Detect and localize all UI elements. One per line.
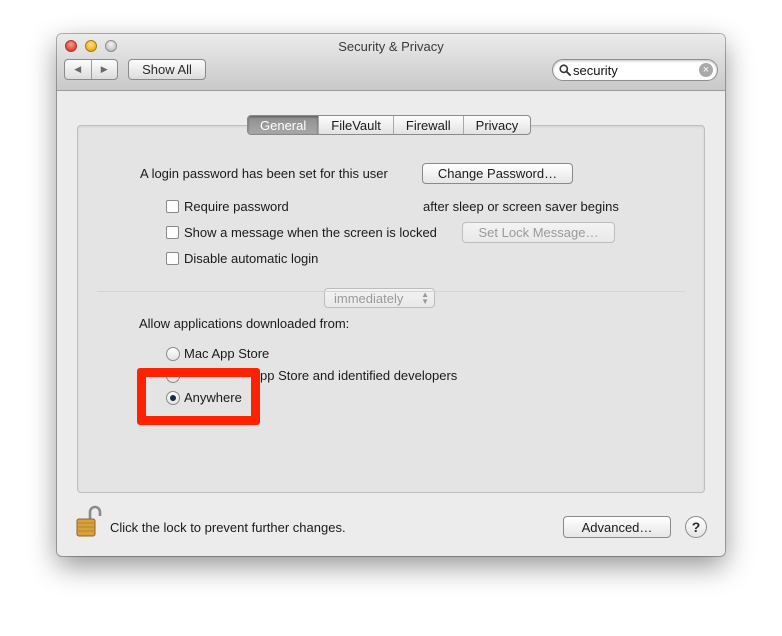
forward-arrow-icon: ▶: [100, 64, 108, 74]
show-message-checkbox[interactable]: [166, 226, 179, 239]
clear-search-icon[interactable]: ×: [699, 63, 713, 77]
require-password-label: Require password: [184, 199, 289, 214]
advanced-button[interactable]: Advanced…: [563, 516, 671, 538]
popup-arrows-icon: ▲ ▼: [421, 290, 429, 306]
question-mark-icon: ?: [691, 519, 701, 535]
require-password-checkbox[interactable]: [166, 200, 179, 213]
mac-app-store-radio[interactable]: [166, 347, 180, 361]
set-lock-message-button[interactable]: Set Lock Message…: [462, 222, 615, 243]
forward-button[interactable]: ▶: [90, 60, 118, 79]
login-password-text: A login password has been set for this u…: [140, 166, 388, 181]
tab-filevault[interactable]: FileVault: [318, 116, 393, 134]
disable-automatic-login-checkbox[interactable]: [166, 252, 179, 265]
window-title: Security & Privacy: [338, 39, 444, 54]
search-field[interactable]: security ×: [552, 59, 718, 81]
unlocked-padlock-icon[interactable]: [76, 504, 102, 538]
titlebar: Security & Privacy ◀ ▶ Show All security…: [57, 34, 725, 91]
section-divider: [97, 291, 685, 292]
change-password-button[interactable]: Change Password…: [422, 163, 573, 184]
require-password-suffix: after sleep or screen saver begins: [423, 199, 619, 214]
general-tab-panel: A login password has been set for this u…: [77, 125, 705, 493]
require-password-delay-value: immediately: [334, 291, 404, 306]
search-input-value[interactable]: security: [573, 63, 618, 78]
allow-apps-heading: Allow applications downloaded from:: [139, 316, 350, 331]
disable-automatic-login-label: Disable automatic login: [184, 251, 319, 266]
lock-status-text: Click the lock to prevent further change…: [110, 520, 346, 535]
tab-bar: General FileVault Firewall Privacy: [247, 115, 532, 135]
help-button[interactable]: ?: [685, 516, 707, 538]
navigation-segmented-control: ◀ ▶: [64, 59, 118, 80]
security-privacy-window: Security & Privacy ◀ ▶ Show All security…: [57, 34, 725, 556]
tab-privacy[interactable]: Privacy: [462, 116, 531, 134]
show-all-button[interactable]: Show All: [128, 59, 206, 80]
show-message-label: Show a message when the screen is locked: [184, 225, 437, 240]
back-button[interactable]: ◀: [65, 60, 91, 79]
search-icon: [559, 64, 571, 76]
identified-developers-label: pp Store and identified developers: [260, 368, 458, 383]
tab-general[interactable]: General: [248, 116, 319, 134]
mac-app-store-label: Mac App Store: [184, 346, 270, 361]
back-arrow-icon: ◀: [74, 64, 82, 74]
red-highlight-box: [137, 368, 260, 425]
tab-firewall[interactable]: Firewall: [392, 116, 463, 134]
